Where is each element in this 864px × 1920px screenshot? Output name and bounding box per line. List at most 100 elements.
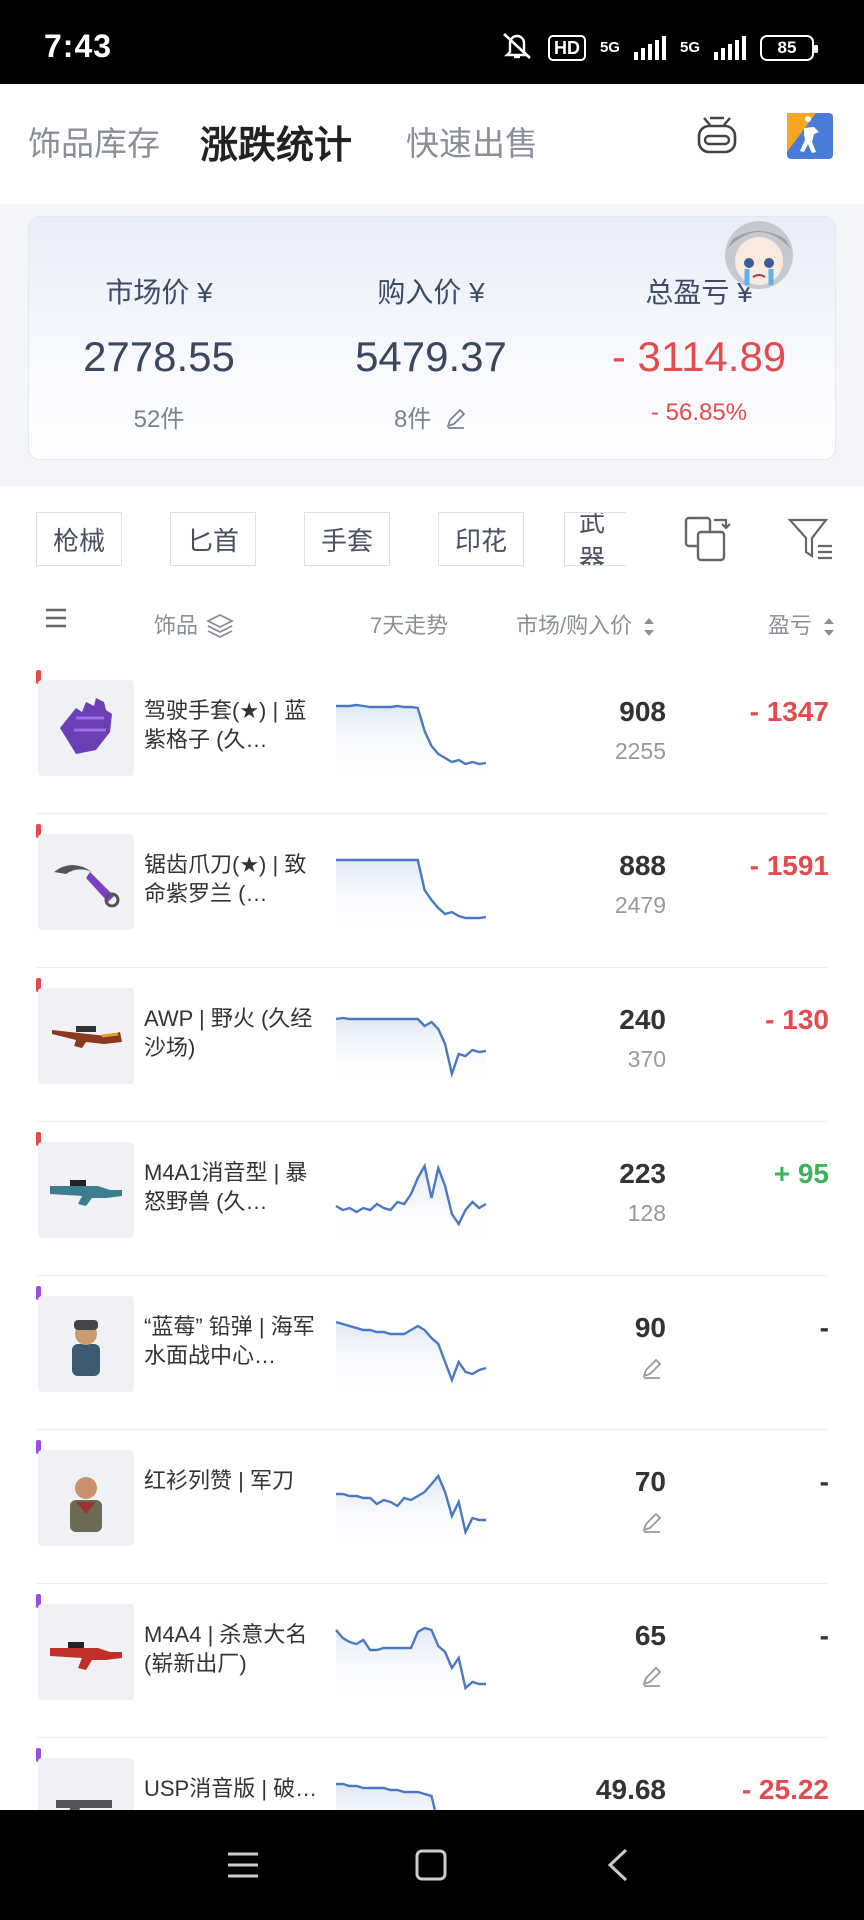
list-item[interactable]: 锯齿爪刀(★) | 致命紫罗兰 (… 888 2479 - 1591: [36, 814, 829, 968]
agent-icon: [38, 1296, 134, 1392]
m4a4-icon: [38, 1604, 134, 1700]
total-profit-percent: - 56.85%: [650, 399, 748, 426]
market-price: 240: [619, 1004, 666, 1035]
layers-icon: [206, 613, 235, 639]
item-name: USP消音版 | 破…: [144, 1776, 318, 1801]
back-nav-icon[interactable]: [594, 1840, 644, 1890]
awp-icon: [38, 988, 134, 1084]
item-name: AWP | 野火 (久经沙场): [144, 1006, 313, 1060]
filter-knives[interactable]: 匕首: [170, 512, 256, 566]
buy-price-summary: 购入价 ¥ 5479.37 8件: [301, 271, 561, 434]
m4a1-icon: [38, 1142, 134, 1238]
filter-stickers[interactable]: 印花: [438, 512, 524, 566]
header-item-label: 饰品: [154, 613, 199, 638]
market-price: 90: [634, 1312, 666, 1343]
header-price-label: 市场/购入价: [516, 613, 633, 638]
edit-icon[interactable]: [444, 406, 468, 430]
trend-sparkline: [335, 1320, 487, 1396]
list-item[interactable]: 红衫列赞 | 军刀 70 -: [36, 1430, 829, 1584]
game-logo-icon[interactable]: [786, 112, 833, 159]
list-item[interactable]: AWP | 野火 (久经沙场) 240 370 - 130: [36, 968, 829, 1122]
sparkline-area: [336, 1322, 486, 1396]
buy-count-text: 8件: [393, 406, 432, 433]
network-type-1: 5G: [599, 39, 620, 56]
profit-loss: - 25.22: [741, 1774, 829, 1805]
signal-icon: [633, 36, 666, 60]
list-item[interactable]: M4A4 | 杀意大名 (崭新出厂) 65 -: [36, 1584, 829, 1738]
market-price-value: 2778.55: [83, 333, 235, 380]
filter-funnel-icon[interactable]: [786, 514, 836, 564]
filter-guns[interactable]: 枪械: [36, 512, 122, 566]
list-header: 饰品 7天走势 市场/购入价 盈亏: [0, 596, 864, 646]
header-trend: 7天走势: [370, 613, 449, 638]
profit-loss: -: [819, 1312, 829, 1343]
menu-icon[interactable]: [44, 606, 68, 636]
trend-sparkline: [336, 703, 487, 780]
trend-sparkline: [336, 858, 487, 934]
filter-gloves[interactable]: 手套: [304, 512, 390, 566]
header-profit-label: 盈亏: [768, 613, 813, 638]
profit-loss: - 130: [765, 1004, 829, 1035]
item-name: 红衫列赞 | 军刀: [144, 1468, 294, 1493]
menu-nav-icon[interactable]: [218, 1840, 268, 1890]
agent2-icon: [38, 1450, 134, 1546]
sparkline-area: [336, 1018, 486, 1088]
item-name: M4A4 | 杀意大名 (崭新出厂): [144, 1622, 308, 1676]
battery-level: 85: [777, 38, 797, 57]
item-name: “蓝莓” 铅弹 | 海军水面战中心…: [144, 1314, 315, 1368]
clock: 7:43: [44, 28, 113, 64]
market-price: 70: [634, 1466, 666, 1497]
tab-quick-sell[interactable]: 快速出售: [406, 117, 538, 165]
network-type-2: 5G: [679, 39, 700, 56]
market-price-summary: 市场价 ¥ 2778.55 52件: [29, 271, 289, 434]
list-item[interactable]: “蓝莓” 铅弹 | 海军水面战中心… 90 -: [36, 1276, 829, 1430]
sparkline-area: [336, 860, 486, 934]
category-filter-bar: 枪械 匕首 手套 印花 武器: [0, 506, 864, 572]
total-profit-value: - 3114.89: [611, 333, 787, 380]
trend-sparkline: [335, 1626, 486, 1704]
sparkline-area: [336, 1628, 486, 1704]
mute-icon: [500, 30, 534, 66]
status-bar: 7:43 HD 5G 5G 85: [0, 0, 864, 84]
tab-inventory[interactable]: 饰品库存: [28, 117, 160, 165]
trend-sparkline: [335, 1162, 487, 1242]
buy-price: 2479: [614, 892, 666, 918]
sort-icon: [644, 618, 655, 636]
buy-price: 128: [627, 1200, 666, 1226]
edit-icon[interactable]: [640, 1356, 664, 1380]
profit-loss: - 1591: [749, 850, 829, 881]
switch-view-icon[interactable]: [682, 514, 732, 564]
item-name: M4A1消音型 | 暴怒野兽 (久…: [144, 1160, 308, 1214]
edit-icon[interactable]: [640, 1510, 664, 1534]
edit-icon[interactable]: [640, 1664, 664, 1688]
market-count: 52件: [133, 406, 185, 433]
battery-icon: 85: [760, 35, 818, 61]
item-name: 驾驶手套(★) | 蓝紫格子 (久…: [144, 698, 307, 752]
buy-price: 370: [627, 1046, 666, 1072]
tab-price-change-stats[interactable]: 涨跌统计: [200, 114, 352, 169]
list-item[interactable]: M4A1消音型 | 暴怒野兽 (久… 223 128 + 95: [36, 1122, 829, 1276]
market-price: 49.68: [595, 1774, 666, 1805]
header-profit[interactable]: 盈亏: [768, 608, 836, 640]
summary-section: 市场价 ¥ 2778.55 52件 购入价 ¥ 5479.37 8件 总盈亏 ¥…: [0, 204, 864, 486]
glove-icon: [38, 680, 134, 776]
karambit-icon: [38, 834, 134, 930]
hd-badge: HD: [547, 35, 586, 61]
sparkline-area: [336, 1166, 486, 1242]
buy-count[interactable]: 8件: [301, 399, 561, 434]
filter-weapons[interactable]: 武器: [564, 512, 626, 566]
profit-loss: -: [819, 1466, 829, 1497]
sparkline-area: [336, 705, 486, 780]
sort-icon: [824, 618, 835, 636]
trend-sparkline: [336, 1473, 486, 1550]
list-item[interactable]: 驾驶手套(★) | 蓝紫格子 (久… 908 2255 - 1347: [36, 660, 829, 814]
header-price[interactable]: 市场/购入价: [516, 608, 656, 640]
market-price: 65: [634, 1620, 666, 1651]
trend-sparkline: [335, 1016, 487, 1088]
item-name: 锯齿爪刀(★) | 致命紫罗兰 (…: [144, 852, 307, 906]
home-nav-icon[interactable]: [406, 1840, 456, 1890]
signal-icon-2: [714, 36, 746, 60]
header-item[interactable]: 饰品: [154, 608, 235, 640]
robot-icon[interactable]: [694, 112, 740, 158]
market-price-label: 市场价 ¥: [105, 277, 213, 308]
